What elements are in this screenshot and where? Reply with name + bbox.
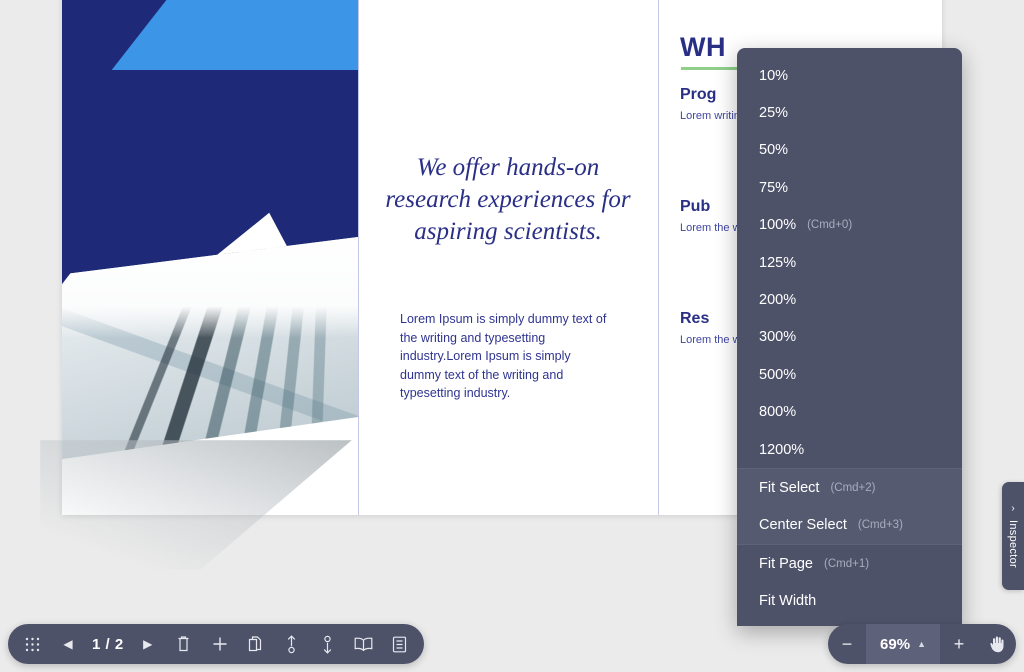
zoom-menu-item[interactable]: 800% — [737, 394, 962, 431]
zoom-menu-item-label: Fit Select — [759, 479, 820, 496]
zoom-menu-item-shortcut: (Cmd+1) — [824, 557, 870, 570]
brochure-left-panel: section like this. Make sure to keep you… — [62, 0, 358, 515]
move-page-up-button[interactable] — [274, 626, 310, 662]
zoom-menu-item-label: 200% — [759, 292, 797, 309]
panel-fold-guide — [358, 0, 359, 515]
zoom-menu-item-label: 100% — [759, 217, 797, 234]
zoom-menu-item-label: 75% — [759, 179, 789, 196]
triangle-left-icon: ◀ — [63, 637, 73, 651]
zoom-menu-item-label: 500% — [759, 366, 797, 383]
chevron-up-icon: ▲ — [917, 639, 926, 649]
inspector-toggle-tab[interactable]: › Inspector — [1002, 482, 1024, 590]
add-page-button[interactable] — [202, 626, 238, 662]
app-root: section like this. Make sure to keep you… — [0, 0, 1024, 672]
zoom-menu-item-label: Fit Width — [759, 593, 817, 610]
duplicate-icon — [248, 635, 264, 653]
page-grid-button[interactable] — [14, 626, 50, 662]
duplicate-page-button[interactable] — [238, 626, 274, 662]
zoom-menu-item[interactable]: 200% — [737, 281, 962, 318]
zoom-menu-item[interactable]: Fit Page (Cmd+1) — [737, 545, 962, 582]
chevron-right-icon: › — [1011, 503, 1015, 515]
grid-icon — [25, 637, 40, 652]
zoom-menu-item-label: 300% — [759, 329, 797, 346]
hand-icon — [989, 635, 1006, 653]
arrow-up-circle-icon — [285, 634, 298, 654]
zoom-menu-item[interactable]: 125% — [737, 244, 962, 281]
brochure-center-panel: We offer hands-on research experiences f… — [358, 0, 658, 515]
right-panel-title: WH — [680, 32, 726, 62]
zoom-menu-item[interactable]: Fit Width — [737, 582, 962, 619]
zoom-menu-item[interactable]: 75% — [737, 169, 962, 206]
delete-page-button[interactable] — [166, 626, 202, 662]
skyscraper-photo — [62, 232, 358, 462]
arrow-down-circle-icon — [321, 635, 334, 654]
zoom-menu-item-label: 800% — [759, 404, 797, 421]
zoom-menu-item[interactable]: Fit Select (Cmd+2) — [737, 469, 962, 507]
zoom-menu-item[interactable]: 1200% — [737, 431, 962, 468]
zoom-out-button[interactable]: − — [828, 624, 866, 664]
plus-icon — [212, 636, 228, 652]
zoom-menu-item-shortcut: (Cmd+3) — [857, 519, 903, 532]
zoom-level-display[interactable]: 69% ▲ — [866, 624, 940, 664]
page-indicator: 1 / 2 — [92, 635, 124, 653]
zoom-menu-item[interactable]: 300% — [737, 319, 962, 356]
page-toolbar[interactable]: ◀ 1 / 2 ▶ — [8, 624, 424, 664]
zoom-menu-item[interactable]: Center Select (Cmd+3) — [737, 506, 962, 545]
previous-page-button[interactable]: ◀ — [50, 626, 86, 662]
list-panel-icon — [392, 636, 407, 653]
zoom-in-button[interactable]: + — [940, 624, 978, 664]
next-page-button[interactable]: ▶ — [130, 626, 166, 662]
inspector-label: Inspector — [1007, 520, 1019, 568]
zoom-level-value: 69% — [880, 635, 911, 653]
photo-sky-gradient — [62, 232, 358, 338]
trash-icon — [176, 635, 191, 653]
zoom-menu-item-shortcut: (Cmd+0) — [807, 219, 853, 232]
zoom-menu-item-label: 125% — [759, 254, 797, 271]
zoom-menu-item-label: 25% — [759, 105, 789, 122]
zoom-controls[interactable]: − 69% ▲ + — [828, 624, 1016, 664]
book-icon — [354, 637, 373, 652]
zoom-level-menu[interactable]: 10% 25% 50% 75% 100% (Cmd+0) 125% 200% 300% 500% 8… — [737, 48, 962, 626]
zoom-menu-item[interactable]: 100% (Cmd+0) — [737, 207, 962, 244]
zoom-menu-item[interactable]: 500% — [737, 356, 962, 393]
zoom-menu-item[interactable]: 10% — [737, 57, 962, 94]
skyscraper-photo-image — [62, 232, 358, 462]
zoom-menu-item-label: 1200% — [759, 441, 805, 458]
intro-paragraph: section like this. Make sure to keep you… — [90, 0, 312, 1]
zoom-menu-item[interactable]: 25% — [737, 94, 962, 131]
outline-view-button[interactable] — [382, 626, 418, 662]
panel-fold-guide — [658, 0, 659, 515]
center-body-copy: Lorem Ipsum is simply dummy text of the … — [400, 312, 607, 400]
zoom-menu-item-label: 50% — [759, 142, 789, 159]
spread-view-button[interactable] — [346, 626, 382, 662]
zoom-menu-item[interactable]: 50% — [737, 132, 962, 169]
zoom-menu-item-label: Center Select — [759, 517, 847, 534]
move-page-down-button[interactable] — [310, 626, 346, 662]
zoom-menu-item-label: Fit Page — [759, 555, 813, 572]
zoom-menu-item-shortcut: (Cmd+2) — [830, 481, 876, 494]
zoom-menu-item-label: 10% — [759, 67, 789, 84]
center-headline: We offer hands-on research experiences f… — [385, 154, 631, 245]
triangle-right-icon: ▶ — [143, 637, 153, 651]
